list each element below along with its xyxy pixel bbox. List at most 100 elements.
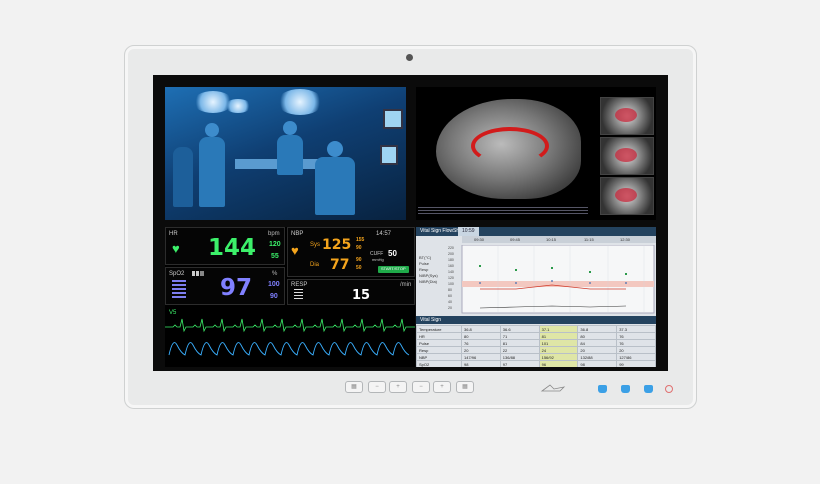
table-cell: 156/92 (538, 353, 579, 361)
table-cell: 24 (538, 346, 579, 354)
table-row: HR 80 71 81 80 76 (416, 332, 656, 340)
spo2-label: SpO2 (169, 271, 185, 277)
flowsheet-tab[interactable]: 10:59 (458, 227, 479, 236)
resp-cell[interactable]: RESP /min 15 (287, 279, 415, 305)
vitals-panel: HR bpm ♥ 144 120 55 NBP 14:57 ♥ Sys 125 … (165, 227, 415, 367)
table-cell: 101 (538, 339, 579, 347)
heart-icon: ♥ (172, 241, 180, 256)
time-col-4: 12:30 (620, 237, 631, 242)
svg-text:160: 160 (448, 264, 454, 268)
row-label: HR (416, 332, 462, 340)
table-cell: 136/88 (499, 353, 540, 361)
hr-lower-limit: 55 (271, 253, 279, 260)
table-cell: 147/96 (461, 353, 501, 361)
row-label: Resp (416, 346, 462, 354)
spo2-lower-limit: 90 (270, 293, 278, 300)
table-row: Pulse 76 81 101 84 76 (416, 339, 656, 347)
resp-bar-icon (294, 289, 303, 301)
resp-value: 15 (352, 288, 371, 303)
table-cell: 80 (461, 332, 501, 340)
spo2-cell[interactable]: SpO2 % 97 100 90 (165, 267, 285, 305)
time-col-1: 09:45 (510, 237, 521, 242)
start-stop-button[interactable]: START/STOP (378, 266, 409, 273)
row-label: Pulse (416, 339, 462, 347)
legend-pulse: Pulse (419, 261, 430, 266)
time-col-3: 11:15 (584, 237, 594, 242)
legend-nibp-dia: NIBP(Dia) (419, 279, 438, 284)
table-cell: 76 (461, 339, 501, 347)
hr-unit: bpm (268, 231, 280, 237)
table-cell: 132/88 (577, 353, 618, 361)
svg-text:120: 120 (448, 276, 454, 280)
flowsheet-chart: 220 200 180 160 140 120 100 80 60 40 20 (448, 245, 655, 314)
nbp-dia-lower: 50 (356, 265, 362, 271)
table-cell: 36.8 (461, 325, 501, 333)
function-key-1[interactable]: ▦ (345, 381, 363, 393)
ecg-trace (165, 318, 415, 333)
brightness-up-button[interactable]: + (433, 381, 451, 393)
indicator-icon-2[interactable] (621, 385, 630, 393)
nbp-time: 14:57 (376, 231, 392, 237)
table-row: NBP 147/96 136/88 156/92 132/88 127/86 (416, 353, 656, 361)
legend-resp: Resp (419, 267, 429, 272)
table-cell: 37.3 (616, 325, 656, 333)
svg-text:60: 60 (448, 294, 452, 298)
nbp-dia-value: 77 (330, 257, 350, 273)
resp-label: RESP (291, 282, 308, 288)
svg-text:40: 40 (448, 300, 452, 304)
table-cell: 76 (616, 332, 656, 340)
table-cell: 20 (461, 346, 501, 354)
table-cell: 20 (616, 346, 656, 354)
table-cell: 96 (538, 360, 579, 367)
table-cell: 84 (577, 339, 618, 347)
camera-icon (406, 54, 413, 61)
legend-nibp-sys: NIBP(Sys) (419, 273, 438, 278)
nbp-sys-lower: 90 (356, 245, 362, 251)
svg-text:180: 180 (448, 258, 454, 262)
cuff-value: 50 (388, 249, 397, 258)
function-key-2[interactable]: ▦ (456, 381, 474, 393)
pleth-trace (168, 342, 410, 356)
nbp-dia-upper: 90 (356, 257, 362, 263)
heart-icon: ♥ (291, 243, 299, 258)
brightness-down-button[interactable]: − (412, 381, 430, 393)
indicator-icon-1[interactable] (598, 385, 607, 393)
spo2-value: 97 (220, 275, 253, 301)
table-cell: 127/86 (616, 353, 656, 361)
nbp-sys-value: 125 (322, 237, 352, 253)
table-cell: 98 (461, 360, 501, 367)
cuff-unit: mmHg (372, 257, 384, 262)
volume-down-button[interactable]: − (368, 381, 386, 393)
table-cell: 81 (538, 332, 579, 340)
mri-brain-image (416, 87, 656, 220)
table-row: Resp 20 22 24 20 20 (416, 346, 656, 354)
volume-up-button[interactable]: + (389, 381, 407, 393)
vital-sign-table-title: Vital Sign (416, 316, 656, 324)
indicator-icon-3[interactable] (644, 385, 653, 393)
nbp-sys-label: Sys (310, 242, 321, 248)
table-cell: 37.1 (538, 325, 579, 333)
vital-sign-flowsheet: Vital Sign FlowSheet 10:59 09:30 09:45 1… (416, 227, 656, 367)
brand-logo-icon (540, 384, 566, 392)
table-cell: 81 (499, 339, 540, 347)
table-cell: 76 (616, 339, 656, 347)
spo2-unit: % (272, 271, 278, 277)
nbp-cell[interactable]: NBP 14:57 ♥ Sys 125 155 90 Dia 77 90 50 … (287, 227, 415, 277)
nbp-label: NBP (291, 231, 304, 237)
svg-text:200: 200 (448, 252, 454, 256)
power-icon[interactable] (665, 385, 673, 393)
table-cell: 36.6 (499, 325, 540, 333)
y-ticks: 220 200 180 160 140 120 100 80 60 40 20 (448, 246, 454, 310)
hr-upper-limit: 120 (269, 241, 281, 248)
table-cell: 80 (577, 332, 618, 340)
time-col-2: 10:15 (546, 237, 557, 242)
svg-text:100: 100 (448, 282, 454, 286)
signal-bars-icon (192, 271, 204, 276)
hr-cell[interactable]: HR bpm ♥ 144 120 55 (165, 227, 285, 265)
table-cell: 22 (499, 346, 540, 354)
monitor-screen: HR bpm ♥ 144 120 55 NBP 14:57 ♥ Sys 125 … (153, 75, 668, 371)
table-cell: 71 (499, 332, 540, 340)
table-cell: 97 (499, 360, 540, 367)
table-cell: 36.8 (577, 325, 618, 333)
spo2-upper-limit: 100 (268, 281, 280, 288)
